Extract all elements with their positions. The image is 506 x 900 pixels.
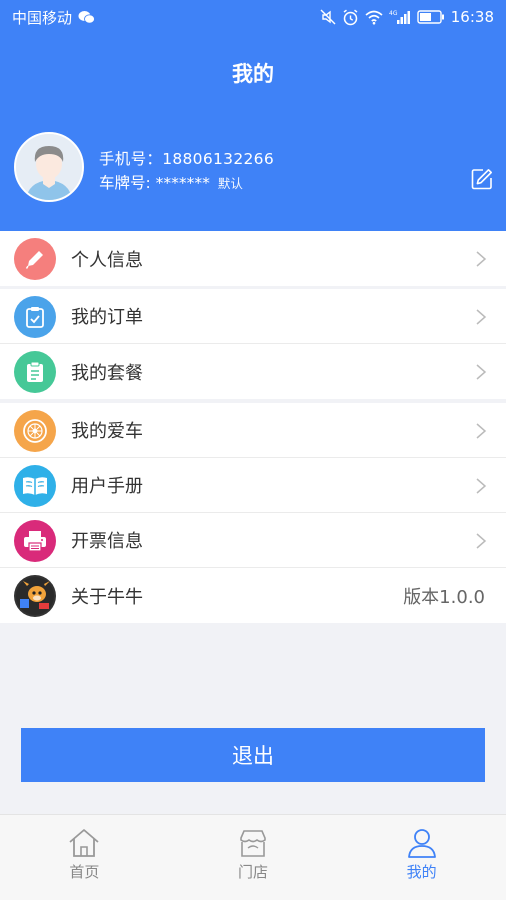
chevron-right-icon — [476, 251, 487, 267]
battery-icon — [417, 10, 444, 24]
pen-icon — [14, 238, 56, 280]
menu-label: 个人信息 — [71, 249, 143, 271]
menu-item-my-car[interactable]: 我的爱车 — [0, 403, 506, 458]
bottom-tab-bar: 首页 门店 我的 — [0, 814, 506, 900]
chevron-right-icon — [476, 478, 487, 494]
mute-icon — [320, 9, 336, 25]
menu-label: 用户手册 — [71, 476, 143, 497]
carrier-label: 中国移动 — [12, 8, 73, 27]
wheel-icon — [14, 410, 56, 452]
license-plate: 车牌号: ******* 默认 — [99, 171, 243, 193]
printer-icon — [14, 520, 56, 562]
chevron-right-icon — [476, 364, 487, 380]
menu-label: 我的订单 — [71, 307, 143, 328]
avatar[interactable] — [14, 132, 84, 202]
svg-text:4G: 4G — [389, 10, 398, 17]
signal-icon: 4G — [389, 10, 410, 24]
profile-icon — [407, 829, 436, 858]
edit-icon — [471, 169, 492, 190]
plate-value: 车牌号: ******* — [99, 174, 210, 192]
menu-item-invoice-info[interactable]: 开票信息 — [0, 513, 506, 568]
default-avatar-icon — [16, 134, 82, 200]
menu-label: 我的套餐 — [71, 362, 143, 384]
clock-time: 16:38 — [450, 8, 494, 26]
chevron-right-icon — [476, 533, 487, 549]
menu-group-more: 我的爱车 用户手册 开票信息 关于牛牛 版本1.0.0 — [0, 403, 506, 623]
package-clipboard-icon — [14, 351, 56, 393]
order-clipboard-icon — [14, 296, 56, 338]
default-badge: 默认 — [217, 176, 243, 191]
page-title: 我的 — [232, 62, 274, 86]
tab-store[interactable]: 门店 — [169, 815, 338, 900]
menu-item-about[interactable]: 关于牛牛 版本1.0.0 — [0, 568, 506, 623]
app-logo-icon — [14, 575, 56, 617]
menu-label: 我的爱车 — [71, 421, 143, 442]
tab-mine[interactable]: 我的 — [337, 815, 506, 900]
menu-item-user-manual[interactable]: 用户手册 — [0, 458, 506, 513]
chevron-right-icon — [476, 309, 487, 325]
menu-item-my-orders[interactable]: 我的订单 — [0, 289, 506, 344]
status-bar: 中国移动 4G 16:38 — [0, 0, 506, 34]
tab-home[interactable]: 首页 — [0, 815, 169, 900]
wifi-icon — [365, 10, 383, 24]
logout-button[interactable]: 退出 — [21, 728, 485, 782]
version-text: 版本1.0.0 — [403, 586, 485, 608]
phone-number: 手机号：18806132266 — [99, 150, 274, 168]
chevron-right-icon — [476, 423, 487, 439]
profile-header: 我的 手机号：18806132266 车牌号: ******* 默认 — [0, 34, 506, 231]
edit-profile-button[interactable] — [471, 168, 493, 190]
alarm-icon — [343, 9, 358, 25]
menu-group-orders: 我的订单 我的套餐 — [0, 289, 506, 399]
store-icon — [240, 830, 266, 857]
tab-label: 首页 — [69, 863, 100, 881]
menu-item-my-packages[interactable]: 我的套餐 — [0, 344, 506, 399]
wechat-icon — [78, 11, 95, 24]
menu-label: 关于牛牛 — [71, 586, 143, 608]
menu-group-personal: 个人信息 — [0, 231, 506, 286]
menu-label: 开票信息 — [71, 531, 143, 552]
book-icon — [14, 465, 56, 507]
home-icon — [69, 829, 99, 857]
menu-item-personal-info[interactable]: 个人信息 — [0, 231, 506, 286]
tab-label: 门店 — [237, 863, 268, 881]
tab-label: 我的 — [406, 863, 437, 881]
